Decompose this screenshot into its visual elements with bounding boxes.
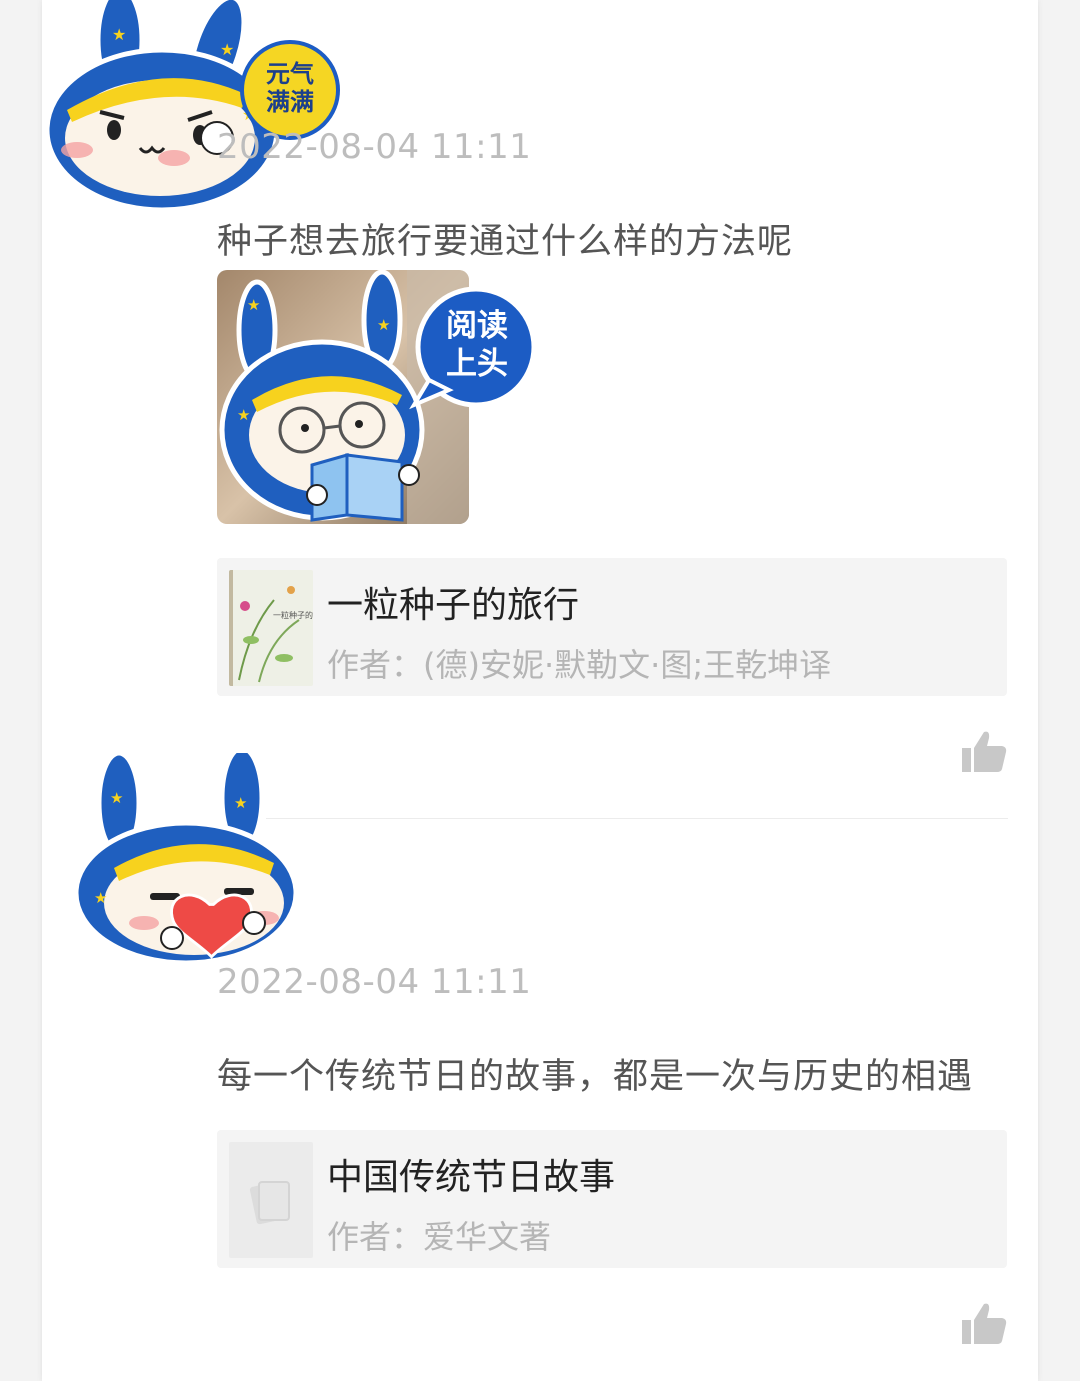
book-card[interactable]: 中国传统节日故事 作者：爱华文著 bbox=[217, 1130, 1007, 1268]
comment-item: ★ ★ ★ 2022-08-04 11:11 每一个传统节日的故事，都是一次与历… bbox=[42, 745, 1038, 1381]
svg-text:★: ★ bbox=[377, 316, 390, 334]
book-cover bbox=[229, 1142, 313, 1258]
svg-text:★: ★ bbox=[247, 296, 260, 314]
book-title: 中国传统节日故事 bbox=[327, 1157, 616, 1198]
book-cover-title: 一粒种子的旅行 bbox=[273, 610, 313, 620]
reading-badge: 阅读 上头 bbox=[404, 285, 544, 413]
reading-badge-line-1: 阅读 bbox=[446, 308, 508, 344]
comment-text: 每一个传统节日的故事，都是一次与历史的相遇 bbox=[217, 1057, 974, 1097]
badge-text-line-1: 元气 bbox=[266, 60, 314, 88]
svg-text:★: ★ bbox=[234, 794, 247, 812]
thumbs-up-icon bbox=[962, 731, 1007, 772]
book-card[interactable]: 一粒种子的旅行 一粒种子的旅行 作者：(德)安妮·默勒文·图;王乾坤译 bbox=[217, 558, 1007, 696]
thumbs-up-icon bbox=[962, 1303, 1007, 1344]
like-button[interactable] bbox=[960, 728, 1008, 776]
svg-text:★: ★ bbox=[220, 40, 234, 59]
avatar[interactable]: ★ ★ ★ bbox=[73, 745, 314, 966]
book-placeholder-icon bbox=[249, 1181, 290, 1225]
comment-feed: ★ ★ ★ 元气 满满 bbox=[42, 0, 1038, 1381]
badge-text-line-2: 满满 bbox=[266, 88, 314, 116]
svg-text:★: ★ bbox=[94, 889, 107, 907]
book-title: 一粒种子的旅行 bbox=[327, 585, 580, 626]
book-author: 作者：(德)安妮·默勒文·图;王乾坤译 bbox=[327, 646, 832, 684]
svg-text:★: ★ bbox=[110, 789, 123, 807]
reading-badge-line-2: 上头 bbox=[446, 346, 508, 382]
book-cover: 一粒种子的旅行 bbox=[229, 570, 313, 686]
comment-timestamp: 2022-08-04 11:11 bbox=[217, 127, 532, 167]
comment-timestamp: 2022-08-04 11:11 bbox=[217, 962, 532, 1002]
like-button[interactable] bbox=[960, 1300, 1008, 1348]
comment-text: 种子想去旅行要通过什么样的方法呢 bbox=[217, 222, 794, 262]
book-author: 作者：爱华文著 bbox=[327, 1218, 552, 1256]
svg-text:★: ★ bbox=[112, 25, 126, 44]
comment-item: ★ ★ ★ 元气 满满 bbox=[42, 0, 1038, 818]
svg-text:★: ★ bbox=[237, 406, 250, 424]
avatar[interactable]: ★ ★ ★ 元气 满满 bbox=[42, 0, 342, 215]
